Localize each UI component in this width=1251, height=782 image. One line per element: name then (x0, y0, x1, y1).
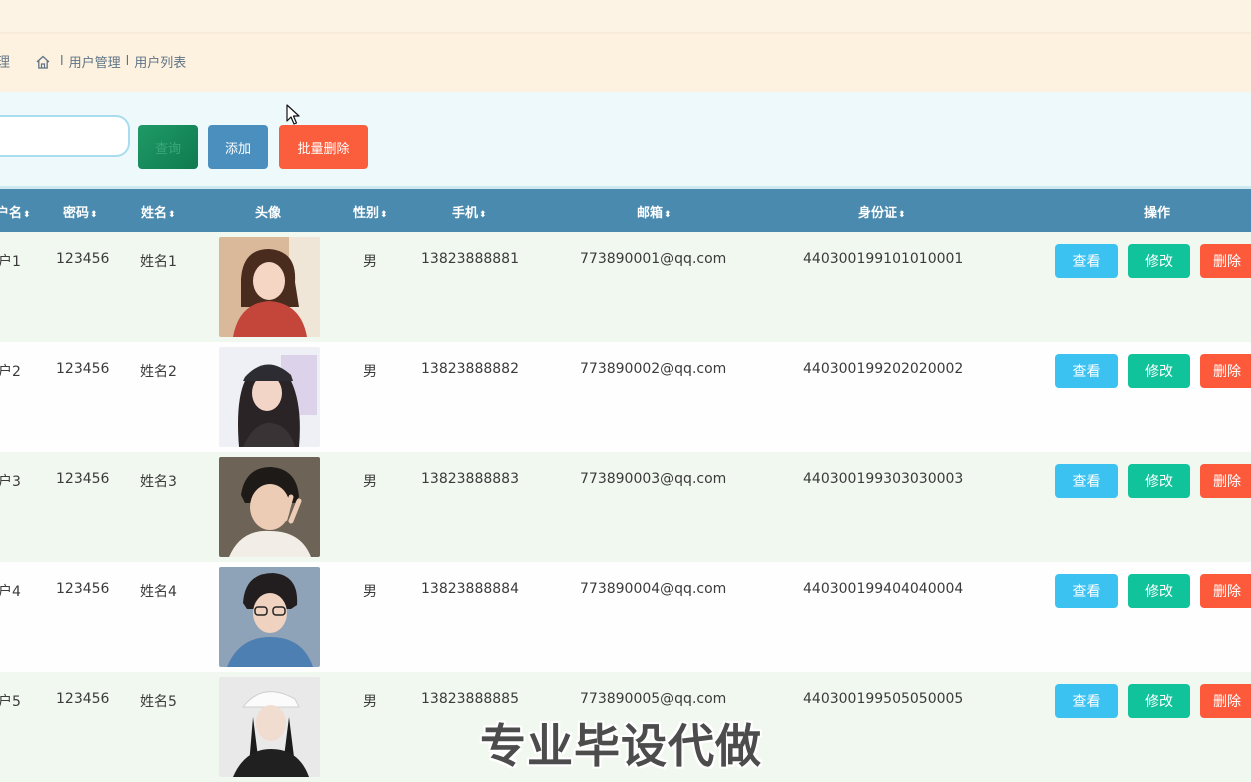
sort-icon[interactable]: ⬍ (380, 210, 388, 220)
column-header-avatar: 头像 (255, 206, 282, 221)
cell-email: 773890001@qq.com (580, 251, 727, 267)
cell-username: 户4 (0, 584, 21, 600)
query-button[interactable]: 查询 (138, 125, 198, 169)
cell-phone: 13823888882 (421, 361, 519, 377)
table-row: 户1 123456 姓名1 男 13823888881 773890001@qq… (0, 232, 1251, 342)
cell-username: 户5 (0, 694, 21, 710)
avatar[interactable] (219, 567, 320, 667)
column-header-actions: 操作 (1144, 206, 1171, 221)
edit-button[interactable]: 修改 (1128, 684, 1190, 718)
cell-username: 户3 (0, 474, 21, 490)
edit-button[interactable]: 修改 (1128, 464, 1190, 498)
delete-button[interactable]: 删除 (1200, 244, 1251, 278)
breadcrumb-item-user-list: 用户列表 (134, 56, 187, 71)
column-header-password[interactable]: 密码⬍ (63, 202, 98, 221)
cell-id-card: 440300199101010001 (803, 251, 964, 267)
sort-icon[interactable]: ⬍ (168, 210, 176, 220)
cell-email: 773890005@qq.com (580, 691, 727, 707)
cell-email: 773890003@qq.com (580, 471, 727, 487)
bulk-delete-button[interactable]: 批量删除 (279, 125, 368, 169)
view-button[interactable]: 查看 (1055, 244, 1118, 278)
view-button[interactable]: 查看 (1055, 354, 1118, 388)
sort-icon[interactable]: ⬍ (898, 210, 906, 220)
column-header-email[interactable]: 邮箱⬍ (637, 202, 672, 221)
breadcrumb-separator: l (60, 54, 64, 69)
column-header-id-card[interactable]: 身份证⬍ (858, 202, 906, 221)
delete-button[interactable]: 删除 (1200, 574, 1251, 608)
cell-id-card: 440300199505050005 (803, 691, 964, 707)
column-header-gender[interactable]: 性别⬍ (353, 202, 388, 221)
table-row: 户4 123456 姓名4 男 13823888884 773890004@qq… (0, 562, 1251, 672)
cell-phone: 13823888881 (421, 251, 519, 267)
cell-email: 773890002@qq.com (580, 361, 727, 377)
avatar[interactable] (219, 347, 320, 447)
view-button[interactable]: 查看 (1055, 464, 1118, 498)
sort-icon[interactable]: ⬍ (23, 210, 31, 220)
delete-button[interactable]: 删除 (1200, 464, 1251, 498)
column-header-username[interactable]: 户名⬍ (0, 202, 31, 221)
cell-gender: 男 (363, 364, 377, 380)
table-row: 户3 123456 姓名3 男 13823888883 773890003@qq… (0, 452, 1251, 562)
breadcrumb: l 用户管理 l 用户列表 (35, 52, 186, 71)
table-header: 户名⬍ 密码⬍ 姓名⬍ 头像 性别⬍ 手机⬍ 邮箱⬍ 身份证⬍ 操作 (0, 189, 1251, 232)
cell-gender: 男 (363, 584, 377, 600)
cell-password: 123456 (56, 251, 110, 267)
avatar[interactable] (219, 677, 320, 777)
cell-gender: 男 (363, 694, 377, 710)
cell-name: 姓名3 (140, 474, 177, 490)
cell-gender: 男 (363, 474, 377, 490)
add-button[interactable]: 添加 (208, 125, 268, 169)
view-button[interactable]: 查看 (1055, 574, 1118, 608)
top-bar (0, 0, 1251, 34)
cell-id-card: 440300199303030003 (803, 471, 964, 487)
breadcrumb-separator: l (125, 54, 130, 69)
table-row: 户2 123456 姓名2 男 13823888882 773890002@qq… (0, 342, 1251, 452)
view-button[interactable]: 查看 (1055, 684, 1118, 718)
cell-email: 773890004@qq.com (580, 581, 727, 597)
cell-password: 123456 (56, 691, 110, 707)
cell-id-card: 440300199404040004 (803, 581, 964, 597)
cell-password: 123456 (56, 471, 110, 487)
sort-icon[interactable]: ⬍ (479, 210, 487, 220)
home-icon[interactable] (35, 54, 51, 70)
cell-name: 姓名4 (140, 584, 177, 600)
cell-gender: 男 (363, 254, 377, 270)
cell-name: 姓名5 (140, 694, 177, 710)
mouse-cursor-icon (286, 104, 300, 125)
delete-button[interactable]: 删除 (1200, 684, 1251, 718)
cell-password: 123456 (56, 361, 110, 377)
search-input[interactable] (0, 115, 130, 157)
watermark-text: 专业毕设代做 (480, 719, 762, 773)
cell-id-card: 440300199202020002 (803, 361, 964, 377)
delete-button[interactable]: 删除 (1200, 354, 1251, 388)
edit-button[interactable]: 修改 (1128, 574, 1190, 608)
cell-name: 姓名1 (140, 254, 177, 270)
avatar[interactable] (219, 237, 320, 337)
column-header-phone[interactable]: 手机⬍ (452, 202, 487, 221)
sort-icon[interactable]: ⬍ (664, 210, 672, 220)
cell-phone: 13823888885 (421, 691, 519, 707)
sort-icon[interactable]: ⬍ (90, 210, 98, 220)
cell-password: 123456 (56, 581, 110, 597)
search-toolbar: 查询 添加 批量删除 (0, 92, 1251, 189)
section-title-fragment: 理 (0, 55, 10, 71)
cell-phone: 13823888884 (421, 581, 519, 597)
column-header-name[interactable]: 姓名⬍ (141, 202, 176, 221)
avatar[interactable] (219, 457, 320, 557)
cell-name: 姓名2 (140, 364, 177, 380)
edit-button[interactable]: 修改 (1128, 244, 1190, 278)
breadcrumb-bar: 理 l 用户管理 l 用户列表 (0, 34, 1251, 92)
edit-button[interactable]: 修改 (1128, 354, 1190, 388)
breadcrumb-item-user-management[interactable]: 用户管理 (69, 52, 121, 71)
cell-phone: 13823888883 (421, 471, 519, 487)
cell-username: 户1 (0, 254, 21, 270)
cell-username: 户2 (0, 364, 21, 380)
